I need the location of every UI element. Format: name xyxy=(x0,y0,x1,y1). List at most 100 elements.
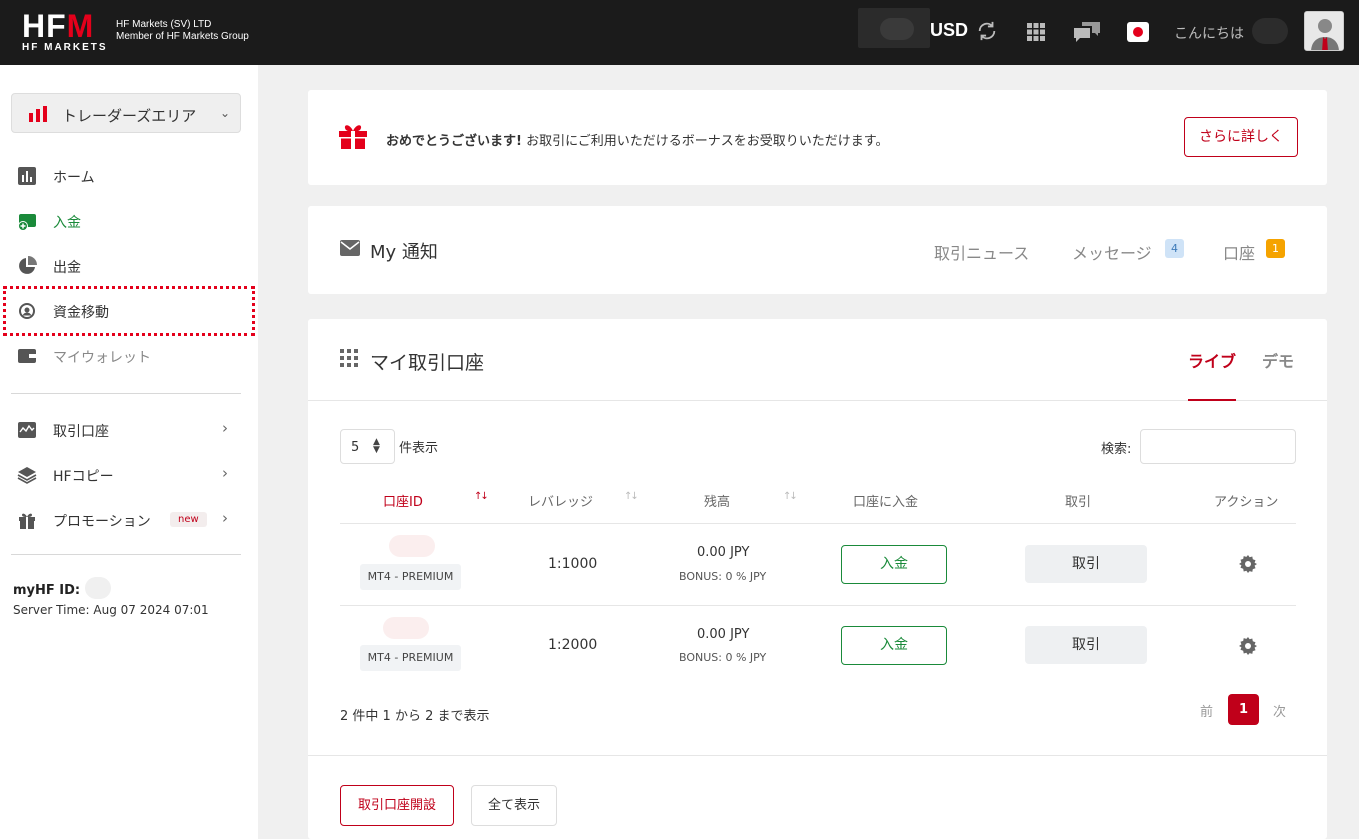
select-arrows-icon: ▲ ▼ xyxy=(373,437,380,455)
gear-icon[interactable] xyxy=(1238,554,1258,574)
myhf-id-label: myHF ID: xyxy=(13,583,81,598)
notifications-title: My 通知 xyxy=(370,242,438,263)
table-info-text: 2 件中 1 から 2 まで表示 xyxy=(340,709,490,724)
sidebar-item-withdraw[interactable]: 出金 xyxy=(17,253,242,279)
currency-label[interactable]: USD xyxy=(930,20,968,41)
pagination-prev[interactable]: 前 xyxy=(1200,701,1213,720)
sort-icon: ↑↓ xyxy=(624,491,639,502)
tab-live[interactable]: ライブ xyxy=(1188,348,1236,372)
transfer-highlight-box xyxy=(3,286,255,336)
balance-pill[interactable] xyxy=(858,8,930,48)
sidebar-item-label: HFコピー xyxy=(53,469,114,485)
company-group: Member of HF Markets Group xyxy=(116,31,249,42)
tab-live-indicator xyxy=(1188,399,1236,401)
bonus-message: おめでとうございます! お取引にご利用いただけるボーナスをお受取りいただけます。 xyxy=(386,130,889,149)
row-divider xyxy=(340,605,1296,606)
traders-area-dropdown[interactable]: トレーダーズエリア ⌄ xyxy=(11,93,241,133)
account-type-badge: MT4 - PREMIUM xyxy=(360,564,461,590)
apps-grid-icon[interactable] xyxy=(1026,22,1046,42)
sync-icon[interactable] xyxy=(976,20,998,42)
sidebar-item-label: 取引口座 xyxy=(53,424,109,440)
learn-more-button[interactable]: さらに詳しく xyxy=(1184,117,1298,157)
open-account-button[interactable]: 取引口座開設 xyxy=(340,785,454,826)
balance-value: 0.00 JPY xyxy=(697,545,750,560)
trade-button[interactable]: 取引 xyxy=(1025,545,1147,583)
column-header-balance[interactable]: 残高 xyxy=(704,491,730,510)
pagination-next[interactable]: 次 xyxy=(1273,701,1286,720)
chevron-right-icon: › xyxy=(222,509,228,527)
column-header-action: アクション xyxy=(1214,495,1279,510)
column-header-account-id[interactable]: 口座ID xyxy=(383,491,423,510)
mail-icon xyxy=(340,240,360,256)
page-length-select[interactable]: 5 ▲ ▼ xyxy=(340,429,395,464)
chevron-down-icon: ⌄ xyxy=(220,106,231,120)
bonus-value: BONUS: 0 % JPY xyxy=(679,651,767,664)
top-bar: HFM HF MARKETS HF Markets (SV) LTD Membe… xyxy=(0,0,1359,65)
pie-icon xyxy=(19,256,37,274)
row-divider xyxy=(340,523,1296,524)
traders-bars-icon xyxy=(29,106,47,122)
sidebar-item-label: マイウォレット xyxy=(53,350,151,366)
account-count-badge: 1 xyxy=(1266,239,1285,258)
chevron-right-icon: › xyxy=(222,419,228,437)
sidebar-item-home[interactable]: ホーム xyxy=(17,163,242,189)
balance-value: 0.00 JPY xyxy=(697,627,750,642)
search-input[interactable] xyxy=(1140,429,1296,464)
bonus-title: おめでとうございます! xyxy=(386,134,522,149)
wallet-add-icon xyxy=(18,214,36,231)
myhf-id-value xyxy=(85,577,111,599)
leverage-value: 1:1000 xyxy=(548,556,598,572)
bonus-value: BONUS: 0 % JPY xyxy=(679,570,767,583)
sidebar-item-deposit[interactable]: 入金 xyxy=(17,208,242,234)
gear-icon[interactable] xyxy=(1238,636,1258,656)
avatar[interactable] xyxy=(1304,11,1344,51)
bonus-description: お取引にご利用いただけるボーナスをお受取りいただけます。 xyxy=(521,134,889,149)
chart-line-icon xyxy=(18,422,36,438)
sidebar-item-label: プロモーション xyxy=(53,514,151,530)
sidebar-item-wallet[interactable]: マイウォレット xyxy=(17,343,242,369)
tab-account[interactable]: 口座 xyxy=(1223,240,1255,264)
pagination-page-1[interactable]: 1 xyxy=(1228,694,1259,725)
view-all-button[interactable]: 全て表示 xyxy=(471,785,557,826)
logo-subtext: HF MARKETS xyxy=(22,42,108,53)
user-avatar-icon xyxy=(1305,12,1343,50)
column-header-deposit: 口座に入金 xyxy=(853,495,919,510)
sort-icon: ↑↓ xyxy=(783,491,798,502)
traders-area-label: トレーダーズエリア xyxy=(62,107,197,125)
sidebar-divider xyxy=(11,554,241,555)
company-name: HF Markets (SV) LTD xyxy=(116,19,212,30)
messages-count-badge: 4 xyxy=(1165,239,1184,258)
tab-trading-news[interactable]: 取引ニュース xyxy=(934,240,1029,264)
page-length-label: 件表示 xyxy=(399,441,439,456)
sort-icon: ↑↓ xyxy=(474,491,489,502)
sidebar-item-label: 出金 xyxy=(53,260,81,276)
deposit-button[interactable]: 入金 xyxy=(841,545,947,584)
tab-demo[interactable]: デモ xyxy=(1262,348,1294,372)
sidebar-item-promotion[interactable]: プロモーション new › xyxy=(17,507,242,533)
wallet-icon xyxy=(18,349,36,363)
japan-flag-icon[interactable] xyxy=(1127,22,1149,42)
logo-m-letter: M xyxy=(66,8,95,44)
account-id[interactable] xyxy=(389,535,435,557)
notifications-card: My 通知 取引ニュース メッセージ 4 口座 1 xyxy=(308,206,1327,294)
chat-icon[interactable] xyxy=(1072,20,1102,44)
sidebar-item-trading-accounts[interactable]: 取引口座 › xyxy=(17,417,242,443)
greeting-text: こんにちは xyxy=(1174,26,1244,42)
card-footer-divider xyxy=(308,755,1327,756)
deposit-button[interactable]: 入金 xyxy=(841,626,947,665)
column-header-leverage[interactable]: レバレッジ xyxy=(528,491,593,510)
hfm-logo[interactable]: HFM HF MARKETS xyxy=(22,10,108,54)
chevron-right-icon: › xyxy=(222,464,228,482)
sidebar-divider xyxy=(11,393,241,394)
page-length-value: 5 xyxy=(351,440,360,455)
new-badge: new xyxy=(170,512,207,527)
gift-icon xyxy=(19,513,35,529)
account-type-badge: MT4 - PREMIUM xyxy=(360,645,461,671)
logo-text: HFM xyxy=(22,8,95,44)
trade-button[interactable]: 取引 xyxy=(1025,626,1147,664)
column-header-trade: 取引 xyxy=(1065,495,1092,510)
user-name xyxy=(1252,18,1288,44)
tab-messages[interactable]: メッセージ xyxy=(1072,240,1152,264)
account-id[interactable] xyxy=(383,617,429,639)
sidebar-item-hf-copy[interactable]: HFコピー › xyxy=(17,462,242,488)
